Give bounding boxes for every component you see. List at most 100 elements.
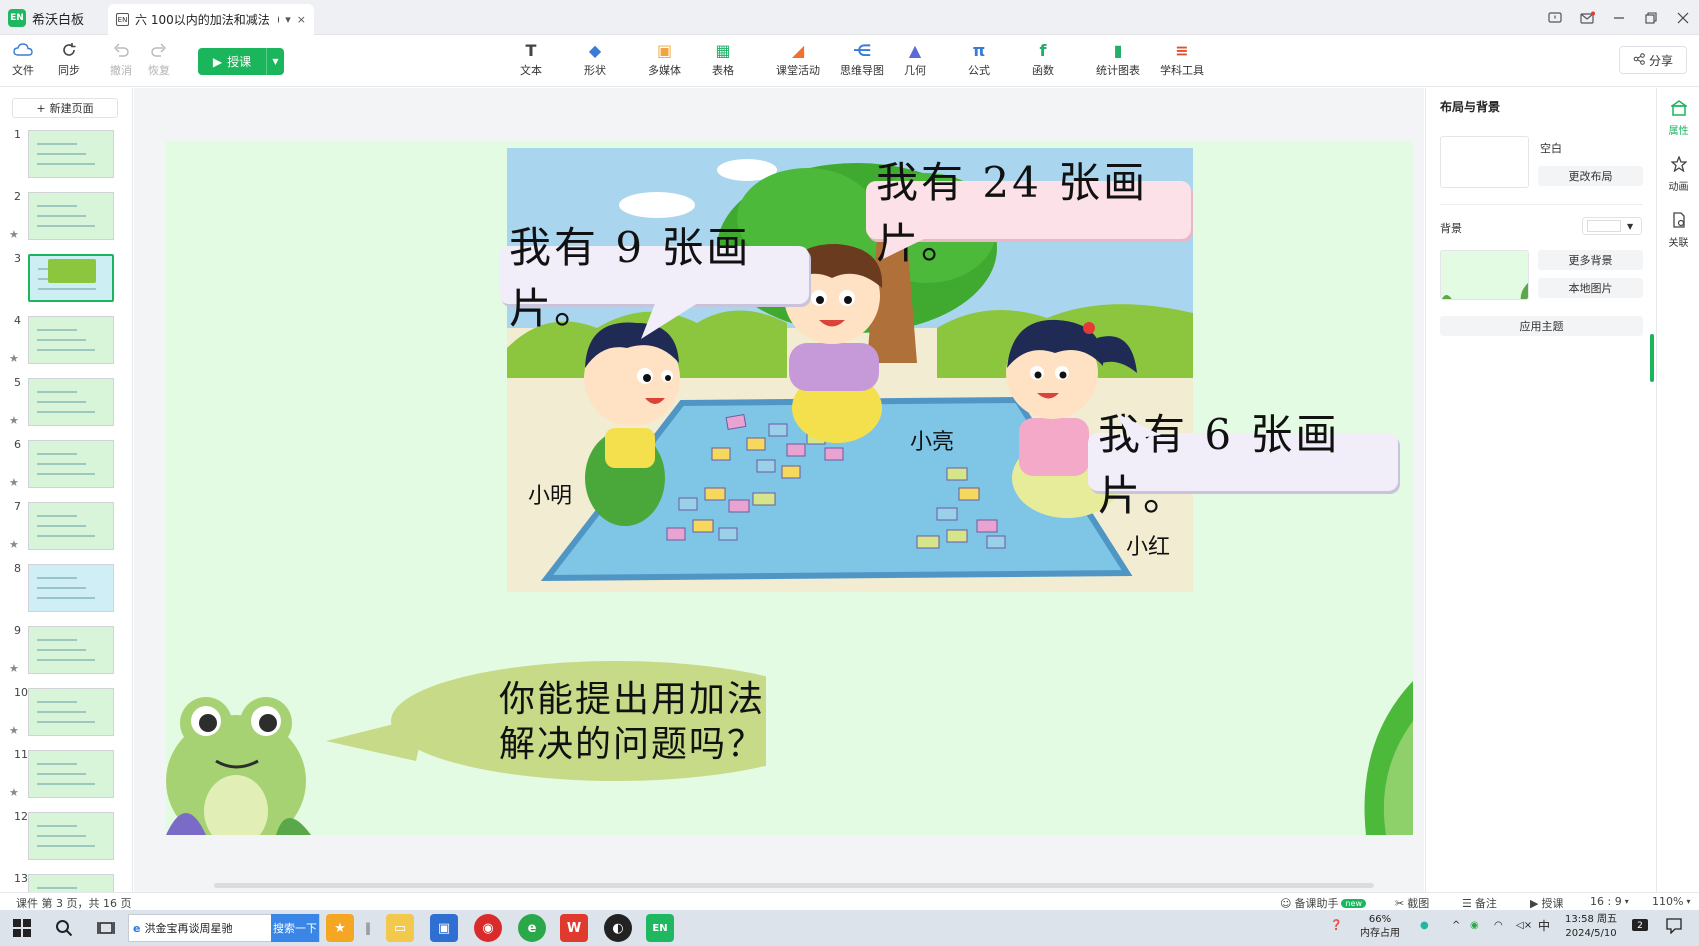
new-page-button[interactable]: + 新建页面	[12, 98, 118, 118]
screenshot-button[interactable]: ✂ 截图	[1395, 895, 1429, 911]
tab-dropdown-icon[interactable]: ▾	[285, 13, 291, 26]
clock[interactable]: 13:58 周五 2024/5/10	[1556, 913, 1626, 941]
tool-button-2[interactable]: ▣ 多媒体	[648, 41, 681, 78]
taskbar-search-box[interactable]: e 洪金宝再谈周星驰 搜索一下	[128, 914, 320, 942]
store-icon[interactable]: ▣	[430, 914, 458, 942]
slide-thumbnail-row[interactable]: 9 ★	[0, 624, 132, 678]
tool-button-6[interactable]: ▲ 几何	[904, 41, 926, 78]
sync-button[interactable]: 同步	[58, 41, 80, 78]
slide-thumbnail[interactable]	[28, 688, 114, 736]
security-tray-icon[interactable]: ◉	[1470, 919, 1479, 933]
slide-thumbnail[interactable]	[28, 564, 114, 612]
slide-thumbnail[interactable]	[28, 440, 114, 488]
properties-tab[interactable]: 属性	[1657, 100, 1699, 137]
wifi-icon[interactable]: ◠	[1494, 919, 1503, 933]
slide-star-icon[interactable]: ★	[9, 786, 19, 799]
slide-thumbnail[interactable]	[28, 812, 114, 860]
local-image-button[interactable]: 本地图片	[1538, 278, 1643, 298]
change-layout-button[interactable]: 更改布局	[1538, 166, 1643, 186]
slide-thumbnail[interactable]	[28, 378, 114, 426]
file-menu-button[interactable]: 文件	[12, 41, 34, 78]
slide-thumbnail[interactable]	[28, 502, 114, 550]
aspect-ratio-select[interactable]: 16 : 9 ▾	[1590, 895, 1629, 908]
tool-button-4[interactable]: ◢ 课堂活动	[776, 41, 820, 78]
app-tray-icon[interactable]: ●	[1420, 919, 1429, 933]
tool-button-9[interactable]: ▮ 统计图表	[1096, 41, 1140, 78]
background-color-picker[interactable]: ▼	[1582, 217, 1642, 235]
slide-thumbnail-row[interactable]: 6 ★	[0, 438, 132, 492]
slide-thumbnail-row[interactable]: 1	[0, 128, 132, 182]
tool-button-7[interactable]: π 公式	[968, 41, 990, 78]
task-view-icon[interactable]	[92, 914, 120, 942]
notes-button[interactable]: ☰ 备注	[1462, 895, 1497, 911]
chevron-up-icon[interactable]: ^	[1452, 919, 1460, 933]
document-tab[interactable]: EN 六 100以内的加法和减法（... ▾ ×	[108, 4, 314, 35]
teach-button[interactable]: ▶ 授课 ▼	[198, 48, 284, 75]
tool-button-3[interactable]: ▦ 表格	[712, 41, 734, 78]
file-explorer-icon[interactable]: ▭	[386, 914, 414, 942]
slide-thumbnail-row[interactable]: 2 ★	[0, 190, 132, 244]
teach-main-button[interactable]: ▶ 授课	[198, 53, 266, 70]
animation-tab[interactable]: 动画	[1657, 155, 1699, 193]
horizontal-scrollbar[interactable]	[214, 883, 1374, 888]
slide-thumbnail[interactable]	[28, 750, 114, 798]
volume-icon[interactable]: ◁×	[1516, 919, 1532, 933]
feedback-icon[interactable]	[1539, 0, 1571, 35]
taskbar-search-text[interactable]: e 洪金宝再谈周星驰	[129, 920, 271, 936]
assistant-button[interactable]: ☺ 备课助手 new	[1280, 895, 1367, 911]
slide-thumbnail-row[interactable]: 10 ★	[0, 686, 132, 740]
tool-button-1[interactable]: ◆ 形状	[584, 41, 606, 78]
share-button[interactable]: 分享	[1619, 46, 1687, 74]
notification-badge-icon[interactable]: 2	[1632, 919, 1648, 933]
minimize-icon[interactable]	[1603, 0, 1635, 35]
undo-button[interactable]: 撤消	[110, 41, 132, 78]
slide-star-icon[interactable]: ★	[9, 414, 19, 427]
slide-thumbnail-row[interactable]: 4 ★	[0, 314, 132, 368]
link-tab[interactable]: 关联	[1657, 212, 1699, 249]
ime-indicator[interactable]: 中	[1538, 919, 1550, 933]
background-preview[interactable]	[1440, 250, 1529, 300]
slide-canvas[interactable]: 我有 9 张画片。 我有 24 张画片。 我有 6 张画片。 小明 小亮 小红	[166, 141, 1413, 835]
close-icon[interactable]	[1667, 0, 1699, 35]
slide-thumbnail-row[interactable]: 11 ★	[0, 748, 132, 802]
browser-icon[interactable]: e	[518, 914, 546, 942]
slide-thumbnail[interactable]	[28, 254, 114, 302]
tool-button-5[interactable]: ⋲ 思维导图	[840, 41, 884, 78]
slide-star-icon[interactable]: ★	[9, 352, 19, 365]
slide-thumbnail-row[interactable]: 13	[0, 872, 132, 892]
panel-scrollbar[interactable]	[1650, 334, 1654, 382]
slide-thumbnail-row[interactable]: 8	[0, 562, 132, 616]
tool-button-0[interactable]: T 文本	[520, 41, 542, 78]
slide-thumbnail-row[interactable]: 5 ★	[0, 376, 132, 430]
slide-star-icon[interactable]: ★	[9, 662, 19, 675]
tool-button-10[interactable]: ≡ 学科工具	[1160, 41, 1204, 78]
slide-thumbnail[interactable]	[28, 316, 114, 364]
wps-icon[interactable]: W	[560, 914, 588, 942]
windows-start-icon[interactable]	[8, 914, 36, 942]
slide-star-icon[interactable]: ★	[9, 228, 19, 241]
action-center-icon[interactable]	[1666, 918, 1682, 939]
search-submit-button[interactable]: 搜索一下	[271, 914, 319, 942]
slide-thumbnail-row[interactable]: 7 ★	[0, 500, 132, 554]
slide-thumbnail[interactable]	[28, 874, 114, 892]
restore-icon[interactable]	[1635, 0, 1667, 35]
slide-thumbnail-row[interactable]: 3	[0, 252, 132, 306]
slide-thumbnail[interactable]	[28, 130, 114, 178]
qq-icon[interactable]: ◐	[604, 914, 632, 942]
help-tray-icon[interactable]: ❓	[1330, 919, 1342, 933]
slide-thumbnail[interactable]	[28, 192, 114, 240]
tab-close-icon[interactable]: ×	[297, 13, 306, 26]
zoom-select[interactable]: 110% ▾	[1652, 895, 1690, 908]
slide-star-icon[interactable]: ★	[9, 476, 19, 489]
easinote-taskbar-icon[interactable]: EN	[646, 914, 674, 942]
slide-thumbnail-row[interactable]: 12	[0, 810, 132, 864]
status-teach-button[interactable]: ▶ 授课	[1530, 895, 1563, 911]
slide-star-icon[interactable]: ★	[9, 538, 19, 551]
teach-dropdown-icon[interactable]: ▼	[266, 48, 284, 75]
layout-preview[interactable]	[1440, 136, 1529, 188]
star-app-icon[interactable]: ★	[326, 914, 354, 942]
slide-star-icon[interactable]: ★	[9, 724, 19, 737]
mail-icon[interactable]	[1571, 0, 1603, 35]
more-background-button[interactable]: 更多背景	[1538, 250, 1643, 270]
redo-button[interactable]: 恢复	[148, 41, 170, 78]
